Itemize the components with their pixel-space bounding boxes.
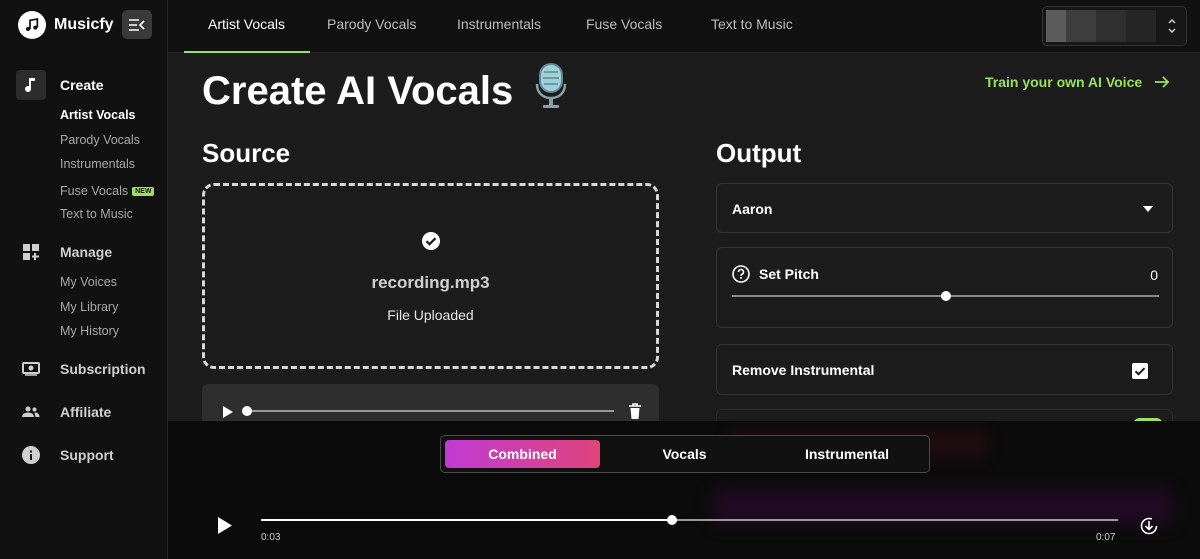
play-icon[interactable] xyxy=(217,516,233,535)
sidebar-section-affiliate[interactable]: Affiliate xyxy=(16,397,111,427)
mode-vocals-button[interactable]: Vocals xyxy=(607,440,762,468)
redacted-avatar xyxy=(1046,10,1066,42)
microphone-icon xyxy=(536,63,567,108)
sidebar-item-my-library[interactable]: My Library xyxy=(60,300,118,314)
tab-text-to-music[interactable]: Text to Music xyxy=(711,16,793,32)
mode-combined-button[interactable]: Combined xyxy=(445,440,600,468)
top-tabs: Artist Vocals Parody Vocals Instrumental… xyxy=(168,0,1200,53)
pitch-slider-handle[interactable] xyxy=(940,291,951,301)
sidebar-section-label: Create xyxy=(60,77,104,93)
collapse-icon xyxy=(129,18,145,31)
player-seek-handle[interactable] xyxy=(667,515,678,525)
voice-selected-value: Aaron xyxy=(732,201,773,217)
play-icon[interactable] xyxy=(222,405,234,419)
sidebar-section-label: Manage xyxy=(60,244,113,260)
page-title: Create AI Vocals xyxy=(202,62,568,114)
source-seek-bar[interactable] xyxy=(248,410,614,412)
sidebar-section-create[interactable]: Create xyxy=(16,70,104,100)
help-circle-icon[interactable] xyxy=(732,265,750,283)
sidebar-item-instrumentals[interactable]: Instrumentals xyxy=(60,157,135,171)
sidebar-item-fuse-vocals[interactable]: Fuse Vocals NEW xyxy=(60,184,155,198)
caret-down-icon xyxy=(1143,206,1153,212)
source-heading: Source xyxy=(202,138,291,168)
info-icon xyxy=(16,440,46,470)
app-name: Musicfy xyxy=(54,16,114,33)
file-status: File Uploaded xyxy=(387,307,474,323)
current-time: 0:03 xyxy=(261,532,281,543)
sidebar-section-label: Subscription xyxy=(60,361,146,377)
logo[interactable]: Musicfy xyxy=(18,11,114,39)
sidebar-section-subscription[interactable]: Subscription xyxy=(16,354,146,384)
tab-parody-vocals[interactable]: Parody Vocals xyxy=(327,16,417,32)
pitch-value: 0 xyxy=(1150,267,1158,283)
tab-instrumentals[interactable]: Instrumentals xyxy=(457,16,541,32)
people-icon xyxy=(16,397,46,427)
total-time: 0:07 xyxy=(1096,532,1116,543)
logo-icon xyxy=(18,11,46,39)
sidebar-section-manage[interactable]: Manage xyxy=(16,237,112,267)
sidebar-item-text-to-music[interactable]: Text to Music xyxy=(60,207,133,221)
mode-segmented-control: Combined Vocals Instrumental xyxy=(440,435,930,473)
sidebar-item-my-history[interactable]: My History xyxy=(60,324,119,338)
source-seek-handle[interactable] xyxy=(242,406,252,416)
arrow-right-icon xyxy=(1155,76,1170,88)
check-circle-icon xyxy=(422,232,440,250)
tab-fuse-vocals[interactable]: Fuse Vocals xyxy=(586,16,662,32)
redacted-text xyxy=(1126,10,1156,42)
mode-instrumental-button[interactable]: Instrumental xyxy=(769,440,925,468)
file-name: recording.mp3 xyxy=(371,273,490,292)
music-note-icon xyxy=(16,70,46,100)
voice-select[interactable]: Aaron xyxy=(716,183,1173,233)
tab-artist-vocals[interactable]: Artist Vocals xyxy=(208,16,285,32)
pitch-label: Set Pitch xyxy=(759,266,819,282)
download-icon[interactable] xyxy=(1140,517,1158,535)
player-progress xyxy=(261,519,673,521)
sidebar-section-label: Affiliate xyxy=(60,404,112,420)
chevron-up-down-icon xyxy=(1168,18,1176,34)
sidebar-item-artist-vocals[interactable]: Artist Vocals xyxy=(60,108,136,122)
grid-plus-icon xyxy=(16,237,46,267)
file-dropzone[interactable]: recording.mp3 File Uploaded xyxy=(202,183,659,369)
bottom-audio-player: Combined Vocals Instrumental 0:03 0:07 xyxy=(168,421,1200,559)
account-selector[interactable] xyxy=(1042,6,1187,46)
checkmark-icon xyxy=(1134,367,1146,376)
train-voice-link[interactable]: Train your own AI Voice xyxy=(985,74,1170,90)
remove-instrumental-label: Remove Instrumental xyxy=(732,362,875,378)
pitch-card: Set Pitch 0 xyxy=(716,247,1173,328)
sidebar-item-parody-vocals[interactable]: Parody Vocals xyxy=(60,133,140,147)
collapse-sidebar-button[interactable] xyxy=(122,10,152,39)
sidebar-item-my-voices[interactable]: My Voices xyxy=(60,275,117,289)
sidebar-item-label: Fuse Vocals xyxy=(60,184,129,198)
active-tab-indicator xyxy=(184,51,310,53)
remove-instrumental-row[interactable]: Remove Instrumental xyxy=(716,344,1173,395)
page-title-text: Create AI Vocals xyxy=(202,69,514,113)
train-voice-label: Train your own AI Voice xyxy=(985,74,1143,90)
redacted-text xyxy=(1066,10,1096,42)
subscription-icon xyxy=(16,354,46,384)
sidebar-section-support[interactable]: Support xyxy=(16,440,114,470)
trash-icon[interactable] xyxy=(628,403,642,420)
redacted-text xyxy=(1096,10,1126,42)
sidebar-section-label: Support xyxy=(60,447,114,463)
output-heading: Output xyxy=(716,138,802,168)
new-badge: NEW xyxy=(132,187,155,196)
remove-instrumental-checkbox[interactable] xyxy=(1132,363,1148,379)
sidebar: Musicfy Create Artist Vocals Parody Voca… xyxy=(0,0,168,559)
